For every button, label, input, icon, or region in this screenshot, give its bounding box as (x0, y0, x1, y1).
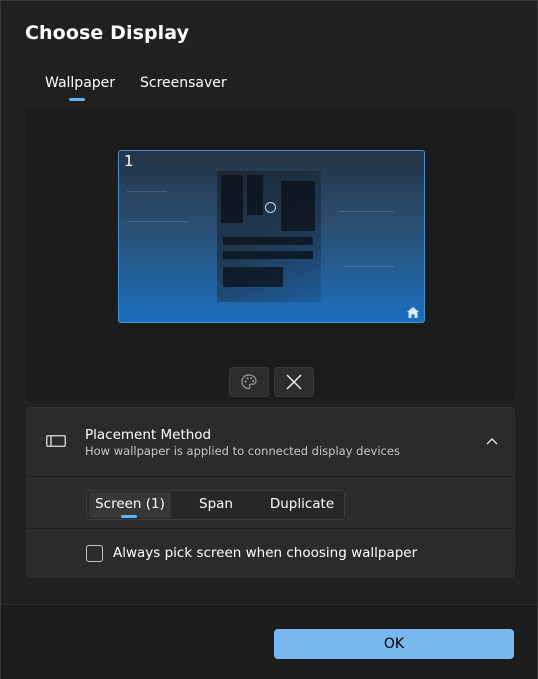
placement-method-panel: Placement Method How wallpaper is applie… (26, 407, 515, 578)
option-span[interactable]: Span (175, 491, 257, 519)
wallpaper-detail (344, 266, 394, 267)
wallpaper-detail (339, 211, 394, 212)
divider (27, 528, 514, 529)
wallpaper-detail (127, 221, 187, 222)
placement-method-title: Placement Method (85, 427, 212, 443)
wallpaper-detail (247, 175, 263, 215)
option-duplicate[interactable]: Duplicate (261, 491, 343, 519)
ok-button[interactable]: OK (274, 629, 514, 659)
chevron-up-icon[interactable] (486, 437, 498, 445)
monitor-preview-1[interactable]: 1 (118, 150, 425, 323)
wallpaper-detail (281, 181, 315, 231)
wallpaper-detail (127, 191, 167, 192)
tab-screensaver[interactable]: Screensaver (140, 75, 227, 91)
home-icon (407, 307, 419, 318)
choose-display-dialog: Choose Display Wallpaper Screensaver 1 P… (0, 0, 538, 679)
placement-method-header[interactable]: Placement Method How wallpaper is applie… (27, 408, 514, 476)
placement-options: Screen (1) Span Duplicate (86, 490, 345, 520)
dialog-footer: OK (1, 604, 537, 679)
remove-wallpaper-button[interactable] (274, 367, 314, 397)
placement-method-subtitle: How wallpaper is applied to connected di… (85, 444, 400, 458)
palette-button[interactable] (229, 367, 269, 397)
always-pick-screen-checkbox[interactable] (86, 545, 103, 562)
display-preview-area: 1 (26, 109, 515, 401)
wallpaper-detail (223, 267, 283, 287)
wallpaper-detail (223, 237, 313, 245)
palette-icon (241, 374, 257, 390)
display-icon (46, 435, 66, 447)
close-icon (286, 374, 302, 390)
always-pick-screen-label: Always pick screen when choosing wallpap… (113, 545, 418, 561)
monitor-number: 1 (124, 152, 134, 170)
wallpaper-logo (265, 202, 276, 213)
tab-wallpaper[interactable]: Wallpaper (45, 75, 115, 91)
option-selected-indicator (121, 515, 137, 518)
divider (27, 476, 514, 477)
wallpaper-motherboard-image (217, 171, 321, 302)
wallpaper-detail (221, 175, 243, 223)
dialog-title: Choose Display (25, 22, 190, 44)
tab-selected-indicator (69, 98, 85, 101)
wallpaper-detail (223, 251, 313, 259)
